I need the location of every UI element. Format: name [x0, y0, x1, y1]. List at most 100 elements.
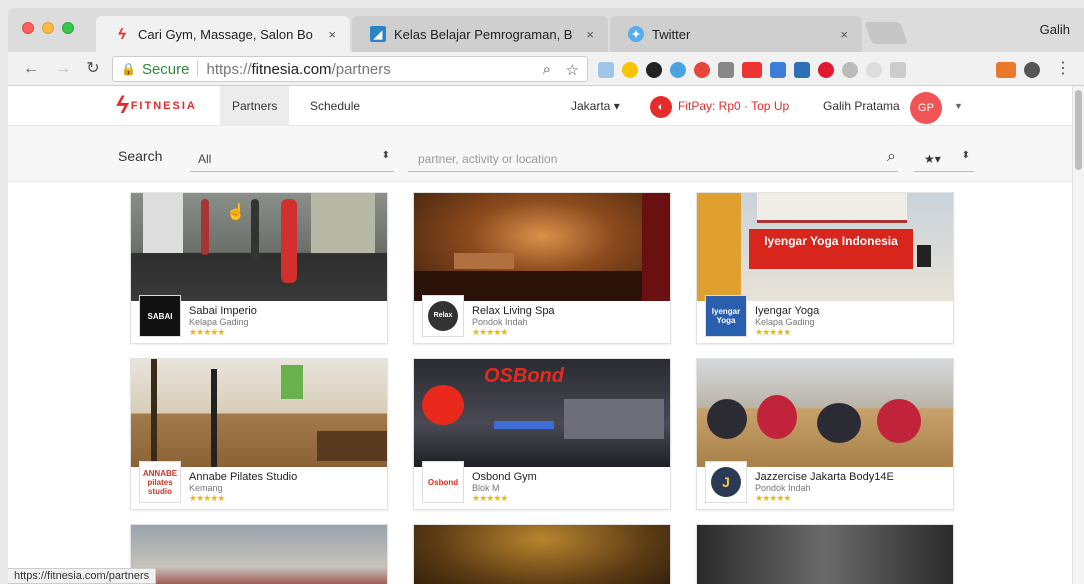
partner-logo-text: Relax	[428, 301, 458, 331]
extension-icon[interactable]	[622, 62, 638, 78]
partner-card[interactable]: SABAI Sabai Imperio Kelapa Gading ★★★★★	[130, 192, 388, 344]
search-icon[interactable]: ⌕	[887, 148, 896, 166]
partner-name: Relax Living Spa	[472, 305, 555, 317]
separator	[197, 61, 199, 77]
extension-icon[interactable]	[866, 62, 882, 78]
partner-logo-text: Iyengar Yoga	[711, 307, 741, 325]
new-tab-button[interactable]	[863, 22, 909, 44]
extension-icon[interactable]	[670, 62, 686, 78]
partner-card[interactable]	[413, 524, 671, 584]
iyengar-sign: Iyengar Yoga Indonesia	[749, 229, 913, 269]
tab-title: Cari Gym, Massage, Salon Bo	[138, 26, 313, 42]
extension-icon[interactable]	[996, 62, 1016, 78]
fitpay-icon: ◐	[650, 96, 672, 118]
partner-name: Iyengar Yoga	[755, 305, 820, 317]
partner-card[interactable]: Iyengar Yoga Indonesia Iyengar Yoga Iyen…	[696, 192, 954, 344]
extension-icon[interactable]	[1024, 62, 1040, 78]
close-icon[interactable]: ×	[840, 27, 848, 42]
partner-photo	[697, 359, 953, 467]
extension-icon[interactable]	[842, 62, 858, 78]
partner-photo	[131, 525, 387, 584]
reload-icon[interactable]: ↻	[82, 58, 104, 80]
star-rating: ★★★★★	[755, 493, 791, 503]
dicoding-favicon-icon: ◢	[370, 26, 386, 42]
extension-icon[interactable]	[794, 62, 810, 78]
extension-icon[interactable]	[694, 62, 710, 78]
close-icon[interactable]: ×	[328, 27, 336, 42]
extension-icon[interactable]	[598, 62, 614, 78]
profile-name[interactable]: Galih	[1040, 22, 1070, 37]
partner-photo	[131, 359, 387, 467]
partner-card[interactable]: Relax Relax Living Spa Pondok Indah ★★★★…	[413, 192, 671, 344]
scrollbar-thumb[interactable]	[1075, 90, 1082, 170]
city-selector[interactable]: Jakarta ▾	[571, 86, 620, 126]
close-icon[interactable]: ×	[586, 27, 594, 42]
partner-photo: OSBond	[414, 359, 670, 467]
partner-card[interactable]	[130, 524, 388, 584]
fitnesia-favicon-icon: ϟ	[118, 25, 126, 43]
search-icon[interactable]: ⌕	[543, 61, 551, 78]
fitnesia-logo[interactable]: ϟ FITNESIA	[116, 94, 197, 118]
partner-photo	[697, 525, 953, 584]
secure-label: Secure	[141, 60, 190, 78]
tab-twitter[interactable]: ✦ Twitter ×	[610, 16, 862, 52]
tab-dicoding[interactable]: ◢ Kelas Belajar Pemrograman, B ×	[352, 16, 608, 52]
menu-kebab-icon[interactable]: ⋮	[1052, 58, 1074, 80]
partner-location: Pondok Indah	[472, 317, 528, 327]
tab-fitnesia[interactable]: ϟ Cari Gym, Massage, Salon Bo ×	[96, 16, 350, 52]
extension-icon[interactable]	[818, 62, 834, 78]
updown-arrows-icon: ⬍	[961, 150, 970, 161]
rating-sort-select[interactable]: ★▾ ⬍	[914, 138, 974, 172]
partner-card[interactable]: ANNABE pilates studio Annabe Pilates Stu…	[130, 358, 388, 510]
url-path: /partners	[331, 60, 391, 78]
category-select[interactable]: All ⬍	[190, 138, 394, 172]
partner-card[interactable]	[696, 524, 954, 584]
maximize-window-button[interactable]	[62, 22, 74, 34]
partner-card[interactable]: OSBond Osbond Osbond Gym Blok M ★★★★★	[413, 358, 671, 510]
close-window-button[interactable]	[22, 22, 34, 34]
nav-partners[interactable]: Partners	[220, 86, 290, 126]
sort-value: ★▾	[924, 152, 941, 166]
back-arrow-icon[interactable]: ←	[20, 58, 42, 80]
twitter-favicon-icon: ✦	[628, 26, 644, 42]
bookmark-star-icon[interactable]: ☆	[566, 61, 579, 79]
extension-icon[interactable]	[742, 62, 762, 78]
url-scheme: https://	[206, 60, 252, 78]
partner-location: Kelapa Gading	[189, 317, 249, 327]
chevron-down-icon[interactable]: ▼	[954, 86, 963, 126]
extension-icon[interactable]	[770, 62, 786, 78]
partner-name: Osbond Gym	[472, 471, 537, 483]
partner-location: Kelapa Gading	[755, 317, 815, 327]
partner-location: Blok M	[472, 483, 500, 493]
extension-icon[interactable]	[646, 62, 662, 78]
search-placeholder: partner, activity or location	[418, 152, 558, 166]
address-bar[interactable]: 🔒 Secure https:// fitnesia.com /partners…	[112, 56, 588, 82]
extension-icon[interactable]	[718, 62, 734, 78]
partner-logo: SABAI	[139, 295, 181, 337]
search-input[interactable]: partner, activity or location ⌕	[408, 138, 898, 172]
search-label: Search	[118, 148, 163, 164]
forward-arrow-icon[interactable]: →	[52, 58, 74, 80]
extension-icon[interactable]	[890, 62, 906, 78]
partner-logo: Relax	[422, 295, 464, 337]
user-name[interactable]: Galih Pratama	[823, 86, 900, 126]
partner-logo-text: SABAI	[147, 311, 173, 321]
nav-schedule[interactable]: Schedule	[298, 86, 372, 126]
fitpay-topup-link[interactable]: FitPay: Rp0 · Top Up	[678, 86, 789, 126]
avatar[interactable]: GP	[910, 92, 942, 124]
star-rating: ★★★★★	[189, 493, 225, 503]
mouse-pointer-icon: ☝	[226, 204, 246, 221]
osbond-sign: OSBond	[484, 365, 564, 387]
partner-name: Jazzercise Jakarta Body14E	[755, 471, 894, 483]
partner-logo: Osbond	[422, 461, 464, 503]
partner-card[interactable]: J Jazzercise Jakarta Body14E Pondok Inda…	[696, 358, 954, 510]
page-content: ϟ FITNESIA Partners Schedule Jakarta ▾ ◐…	[8, 86, 1072, 584]
partner-location: Pondok Indah	[755, 483, 811, 493]
minimize-window-button[interactable]	[42, 22, 54, 34]
tab-strip: ϟ Cari Gym, Massage, Salon Bo × ◢ Kelas …	[8, 8, 1084, 52]
chevron-down-icon: ▾	[613, 99, 620, 113]
partner-location: Kemang	[189, 483, 223, 493]
scrollbar[interactable]	[1072, 86, 1084, 584]
star-rating: ★★★★★	[472, 493, 508, 503]
star-rating: ★★★★★	[472, 327, 508, 337]
